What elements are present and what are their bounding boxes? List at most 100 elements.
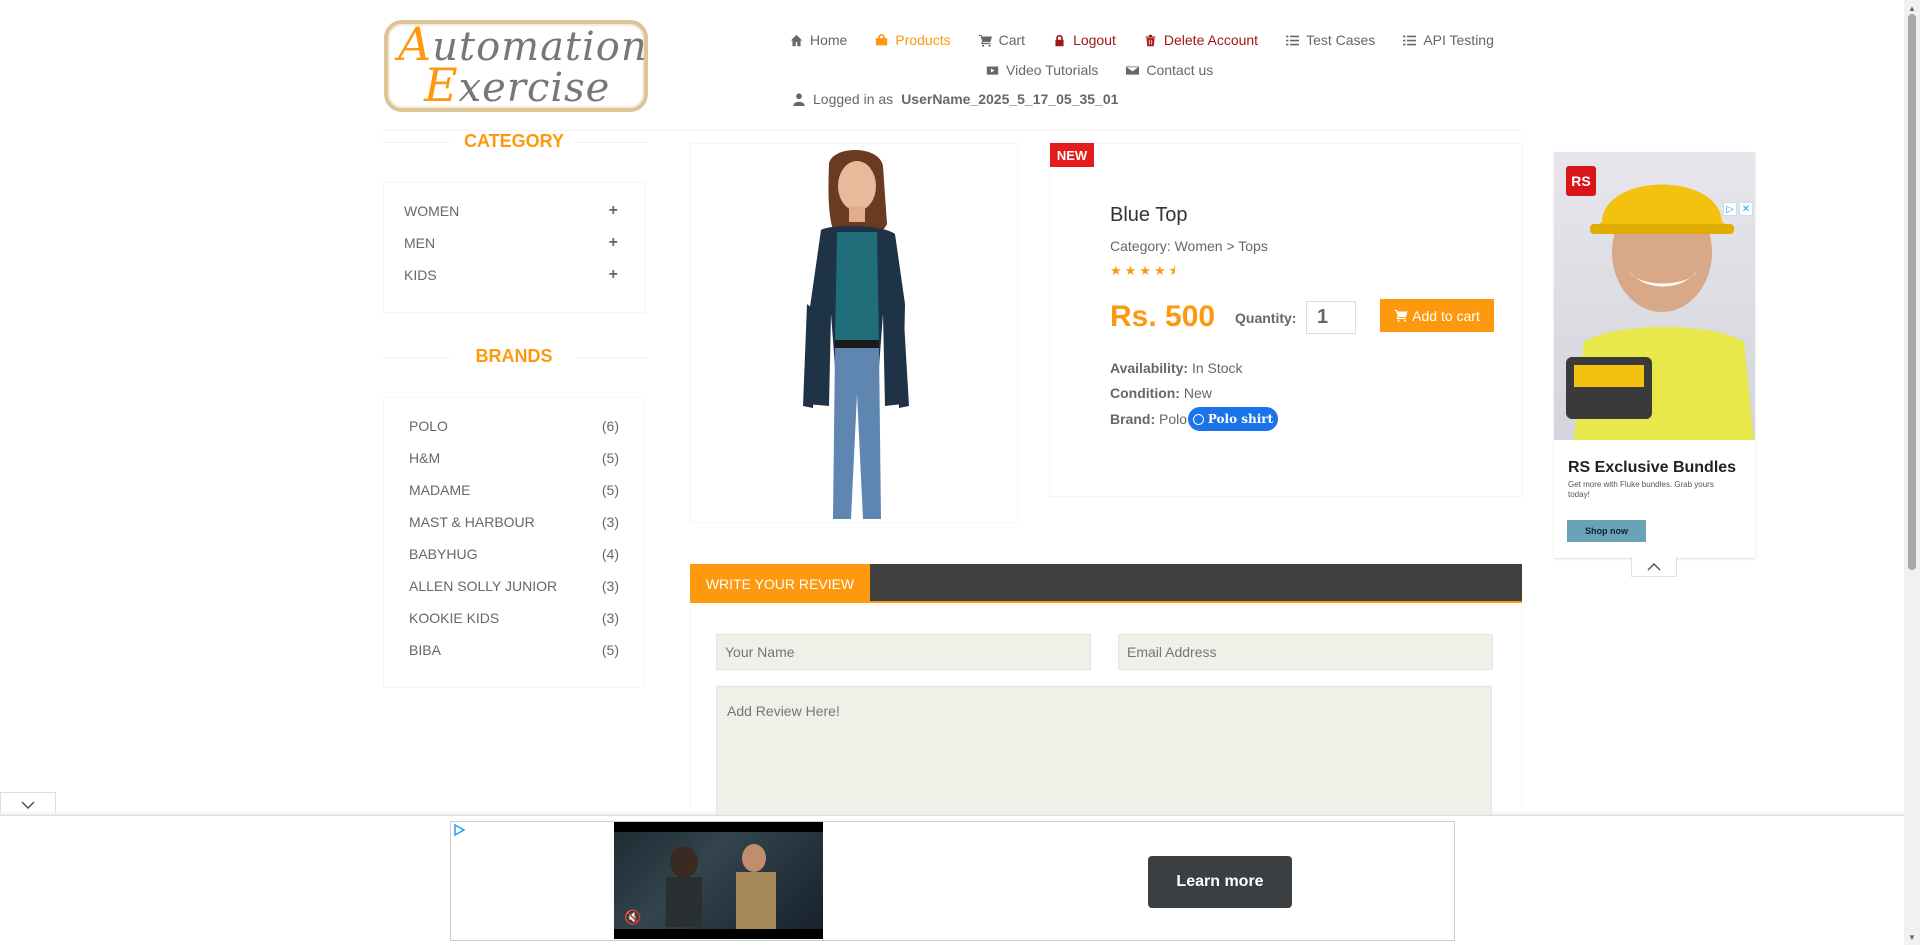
brand-item-allen-solly-junior[interactable]: ALLEN SOLLY JUNIOR (3)	[384, 570, 644, 602]
ad-choices[interactable]: ▷ ✕	[1723, 202, 1753, 216]
nav-contact-us[interactable]: Contact us	[1126, 62, 1213, 78]
review-email-input[interactable]	[1118, 634, 1493, 670]
scroll-down-arrow-icon[interactable]: ▼	[1906, 931, 1918, 943]
ad-collapse-button[interactable]	[1631, 557, 1677, 577]
star-icon: ★	[1139, 263, 1151, 278]
category-title: CATEGORY	[382, 131, 646, 152]
circle-plus-icon	[1192, 413, 1204, 425]
nav-api-testing[interactable]: API Testing	[1403, 32, 1494, 48]
star-half-icon: ⯨	[1168, 263, 1176, 278]
star-icon: ★	[1110, 263, 1122, 278]
brand-row: Brand: Polo	[1110, 411, 1187, 427]
brand-name: BABYHUG	[409, 546, 478, 562]
brand-count: (6)	[601, 418, 619, 434]
brand-item-kookie-kids[interactable]: KOOKIE KIDS (3)	[384, 602, 644, 634]
brand-name: MAST & HARBOUR	[409, 514, 535, 530]
brand-list: POLO (6) H&M (5) MADAME (5) MAST & HARBOUR (…	[383, 397, 645, 688]
nav-test-cases[interactable]: Test Cases	[1286, 32, 1375, 48]
nav-test-cases-label: Test Cases	[1306, 32, 1376, 48]
category-list: WOMEN + MEN + KIDS +	[383, 182, 645, 313]
nav-logout[interactable]: Logout	[1053, 32, 1116, 48]
brand-count: (5)	[601, 450, 619, 466]
nav-row-1: Home Products Cart Logout Delete Account…	[790, 28, 1530, 52]
nav-home[interactable]: Home	[790, 32, 847, 48]
shopping-bag-icon	[876, 33, 888, 45]
bottom-ad-toggle[interactable]	[0, 792, 56, 817]
plus-icon[interactable]: +	[609, 234, 618, 252]
brand-label: Brand:	[1110, 411, 1156, 427]
logged-in-status: Logged in as UserName_2025_5_17_05_35_01	[793, 91, 1118, 107]
home-icon	[790, 34, 803, 46]
site-logo[interactable]: Automation Exercise	[384, 20, 648, 112]
plus-icon[interactable]: +	[609, 202, 618, 220]
nav-contact-us-label: Contact us	[1146, 62, 1214, 78]
svg-text:🔇: 🔇	[624, 909, 641, 926]
trash-icon	[1145, 34, 1156, 46]
category-label: KIDS	[404, 267, 437, 283]
availability-value: In Stock	[1191, 360, 1243, 376]
ad-photo: RS	[1554, 152, 1755, 440]
logged-in-prefix: Logged in as	[813, 91, 894, 107]
new-badge: NEW	[1050, 143, 1094, 167]
ad-title: RS Exclusive Bundles	[1568, 459, 1737, 476]
ad-video[interactable]: 🔇	[614, 822, 823, 939]
brand-item-madame[interactable]: MADAME (5)	[384, 474, 644, 506]
ad-choices-icon[interactable]	[452, 823, 466, 837]
brand-value: Polo	[1159, 411, 1188, 427]
brand-count: (5)	[601, 482, 619, 498]
nav-video-tutorials[interactable]: Video Tutorials	[986, 62, 1098, 78]
rs-logo: RS	[1566, 166, 1596, 196]
quantity-input[interactable]	[1306, 301, 1356, 334]
brand-item-biba[interactable]: BIBA (5)	[384, 634, 644, 666]
product-price: Rs. 500	[1110, 300, 1216, 333]
write-review-tab[interactable]: WRITE YOUR REVIEW	[690, 564, 870, 603]
review-name-input[interactable]	[716, 634, 1091, 670]
add-to-cart-button[interactable]: Add to cart	[1380, 299, 1494, 332]
ad-video-frame: 🔇	[614, 822, 823, 939]
brand-count: (3)	[601, 610, 619, 626]
scrollbar-thumb[interactable]	[1908, 14, 1916, 570]
logo-line-2: Exercise	[398, 62, 644, 108]
nav-cart[interactable]: Cart	[978, 32, 1026, 48]
nav-video-tutorials-label: Video Tutorials	[1006, 62, 1099, 78]
close-icon[interactable]: ✕	[1739, 202, 1753, 216]
availability-row: Availability: In Stock	[1110, 360, 1243, 376]
review-textarea[interactable]	[716, 686, 1492, 816]
chevron-down-icon	[21, 801, 35, 809]
brand-item-mast-harbour[interactable]: MAST & HARBOUR (3)	[384, 506, 644, 538]
nav-products-label: Products	[895, 32, 951, 48]
lock-icon	[1055, 34, 1064, 46]
nav-products[interactable]: Products	[875, 32, 951, 48]
bottom-ad[interactable]	[450, 821, 1455, 941]
logo-text-2: xercise	[458, 65, 611, 111]
nav-cart-label: Cart	[998, 32, 1026, 48]
plus-icon[interactable]: +	[609, 266, 618, 284]
youtube-icon	[986, 65, 999, 75]
nav-delete-account[interactable]: Delete Account	[1144, 32, 1258, 48]
category-item-women[interactable]: WOMEN +	[384, 195, 644, 227]
polo-shirt-chip[interactable]: Polo shirt	[1188, 407, 1278, 431]
product-name: Blue Top	[1110, 204, 1188, 226]
category-label: MEN	[404, 235, 436, 251]
nav-api-testing-label: API Testing	[1423, 32, 1494, 48]
logged-in-username: UserName_2025_5_17_05_35_01	[901, 91, 1119, 107]
brand-name: KOOKIE KIDS	[409, 610, 500, 626]
quantity-label: Quantity:	[1235, 310, 1297, 326]
woman-model-image	[803, 150, 909, 519]
brand-item-polo[interactable]: POLO (6)	[384, 410, 644, 442]
category-item-men[interactable]: MEN +	[384, 227, 644, 259]
brand-name: MADAME	[409, 482, 471, 498]
learn-more-button[interactable]: Learn more	[1148, 856, 1292, 908]
right-ad[interactable]: RS ▷ ✕ RS Exclusive Bundles Get more wit…	[1554, 152, 1755, 558]
polo-shirt-chip-label: Polo shirt	[1207, 412, 1274, 426]
scroll-up-arrow-icon[interactable]: ▲	[1906, 2, 1918, 14]
brand-item-hm[interactable]: H&M (5)	[384, 442, 644, 474]
cart-icon	[1394, 309, 1408, 322]
ad-shop-now-button[interactable]: Shop now	[1567, 520, 1646, 542]
chevron-up-icon	[1647, 562, 1661, 571]
brand-name: POLO	[409, 418, 448, 434]
category-item-kids[interactable]: KIDS +	[384, 259, 644, 291]
brand-item-babyhug[interactable]: BABYHUG (4)	[384, 538, 644, 570]
ad-info-icon[interactable]: ▷	[1723, 202, 1737, 216]
envelope-icon	[1126, 65, 1140, 75]
